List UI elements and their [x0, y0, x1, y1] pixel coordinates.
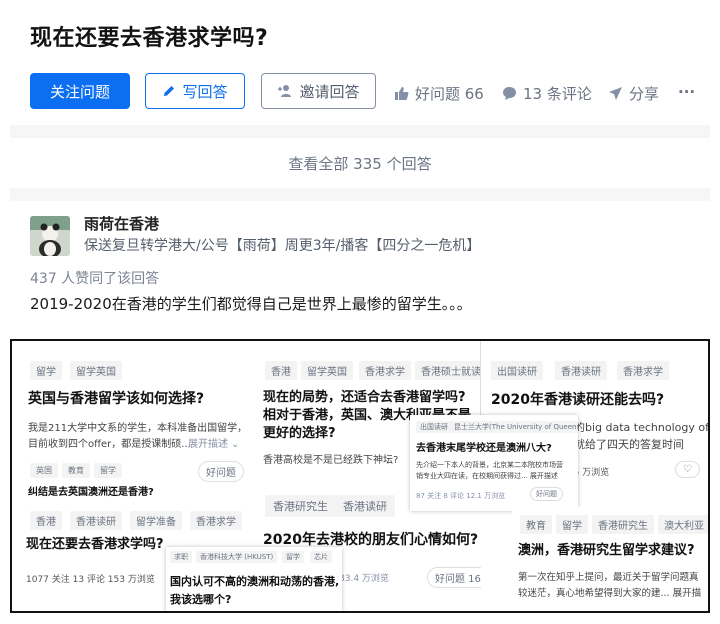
card-expand: 展开描述 ⌄ — [188, 439, 240, 450]
card-title: 现在还要去香港求学吗? — [26, 537, 164, 552]
share-label: 分享 — [629, 85, 660, 103]
share-button[interactable]: 分享 — [608, 83, 659, 104]
comment-icon — [503, 87, 516, 100]
card-tag: 香港研究生 — [592, 515, 654, 534]
more-icon[interactable]: ··· — [678, 83, 695, 101]
card-tag: 香港科技大学 (HKUST) — [196, 551, 278, 563]
card-tag: 求职 — [170, 551, 192, 563]
card-body: 较迷茫，真心地希望得到大家的建... 展开描 — [518, 588, 702, 599]
card-title: 我该选哪个? — [170, 593, 232, 606]
card-tag: 澳大利亚 — [658, 515, 708, 534]
card-title: 纠结是去英国澳洲还是香港? — [28, 487, 154, 498]
good-question-label: 好问题 66 — [415, 85, 484, 103]
good-question-button[interactable]: 好问题 66 — [394, 83, 484, 104]
card-like-icon: ♡ — [675, 461, 700, 478]
pencil-icon — [164, 86, 175, 96]
invite-label: 邀请回答 — [299, 82, 360, 101]
card-title: 更好的选择? — [263, 426, 336, 441]
card-body: 先介绍一下本人的背景，北京某二本院校市场营 — [416, 461, 563, 469]
card-meta: 1077 关注 13 评论 153 万浏览 — [26, 575, 155, 585]
card-tag: 香港求学 — [617, 361, 669, 380]
card-title: 2020年去港校的朋友们心情如何? — [263, 532, 479, 548]
card-body: 技的big data technology offe — [563, 421, 708, 434]
card-title: 2020年香港读研还能去吗? — [491, 392, 665, 408]
card-tag: 英国 — [30, 463, 58, 478]
comments-label: 13 条评论 — [523, 85, 592, 103]
card-body: 销专业大四在读，在校期间获得过... 展开描述 — [416, 472, 558, 480]
avatar[interactable] — [30, 216, 70, 256]
author-name[interactable]: 雨荷在香港 — [84, 213, 159, 234]
card-views: 83.4 万浏览 — [339, 574, 389, 584]
card-body: 第一次在知乎上提问，最近关于留学问题真 — [518, 572, 699, 583]
card-tag: 留学 — [282, 551, 304, 563]
collage-card-hk-vs-au: 出国读研 昆士兰大学(The University of Queensland)… — [410, 415, 578, 511]
card-title: 澳洲，香港研究生留学求建议? — [518, 543, 695, 558]
card-tag: 教育 — [62, 463, 90, 478]
view-all-answers-link[interactable]: 查看全部 335 个回答 — [10, 138, 710, 188]
invite-answer-button[interactable]: 邀请回答 — [261, 73, 376, 109]
collage-card-au-vs-hk: 求职 香港科技大学 (HKUST) 留学 芯片 国内认可不高的澳洲和动荡的香港,… — [166, 547, 342, 611]
section-divider — [10, 188, 710, 201]
follow-label: 关注问题 — [49, 82, 110, 101]
card-like-pill: 好问题 — [530, 487, 563, 501]
card-body: 年就给了四天的答复时间 — [563, 438, 684, 451]
card-tag: 留学英国 — [301, 361, 353, 380]
card-tag: 留学英国 — [70, 361, 122, 380]
card-tag: 留学准备 — [130, 511, 182, 530]
card-like-pill: 好问题 16 — [427, 567, 481, 588]
card-tag: 香港求学 — [190, 511, 242, 530]
card-title: 国内认可不高的澳洲和动荡的香港, — [170, 575, 340, 588]
card-tag: 香港 — [30, 511, 62, 530]
card-tag: 出国读研 — [416, 421, 452, 433]
section-divider — [10, 125, 710, 138]
comments-button[interactable]: 13 条评论 — [502, 83, 592, 104]
card-tag: 香港硕士就读 — [415, 361, 481, 380]
collage-image: 留学 留学英国 英国与香港留学该如何选择? 我是211大学中文系的学生，本科准备… — [10, 339, 710, 613]
collage-card-uk-hk: 留学 留学英国 英国与香港留学该如何选择? 我是211大学中文系的学生，本科准备… — [12, 341, 262, 511]
card-tag: 香港读研 — [70, 511, 122, 530]
follow-question-button[interactable]: 关注问题 — [30, 73, 130, 109]
card-title: 英国与香港留学该如何选择? — [28, 391, 205, 407]
card-body: 香港高校是不是已经跌下神坛? — [263, 455, 399, 466]
card-tag: 教育 — [520, 515, 552, 534]
answer-text: 2019-2020在香港的学生们都觉得自己是世界上最惨的留学生。。。 — [30, 295, 472, 313]
paper-plane-icon — [609, 87, 622, 100]
card-body: 目前收到四个offer，都是授课制硕... — [28, 439, 191, 450]
card-tag: 留学 — [30, 361, 62, 380]
card-title: 现在的局势，还适合去香港留学吗? — [263, 390, 466, 405]
card-tag: 留学 — [556, 515, 588, 534]
card-tag: 香港读研 — [555, 361, 607, 380]
avatar-image — [30, 216, 70, 256]
collage-card-au-hk-grad: 教育 留学 香港研究生 澳大利亚 澳洲，香港研究生留学求建议? 第一次在知乎上提… — [512, 507, 708, 611]
card-like-pill: 好问题 — [198, 461, 244, 482]
upvote-count: 437 人赞同了该回答 — [30, 271, 160, 287]
card-tag: 香港研究生 — [265, 495, 336, 517]
card-title: 去香港末尾学校还是澳洲八大? — [416, 443, 552, 454]
card-tag: 昆士兰大学(The University of Queensland) — [450, 421, 578, 433]
question-title: 现在还要去香港求学吗? — [30, 26, 269, 51]
card-tag: 芯片 — [310, 551, 332, 563]
card-tag: 香港求学 — [359, 361, 411, 380]
write-label: 写回答 — [182, 82, 228, 101]
add-user-icon — [278, 85, 292, 97]
author-bio: 保送复旦转学港大/公号【雨荷】周更3年/播客【四分之一危机】 — [84, 238, 481, 254]
card-body: 我是211大学中文系的学生，本科准备出国留学， — [28, 423, 248, 434]
card-tag: 留学 — [94, 463, 122, 478]
card-tag: 香港读研 — [335, 495, 395, 517]
card-tag: 香港 — [265, 361, 297, 380]
card-tag: 出国读研 — [491, 361, 543, 380]
card-meta: 87 关注 8 评论 12.1 万浏览 — [416, 492, 506, 500]
write-answer-button[interactable]: 写回答 — [145, 73, 245, 109]
thumbs-up-icon — [395, 87, 409, 100]
